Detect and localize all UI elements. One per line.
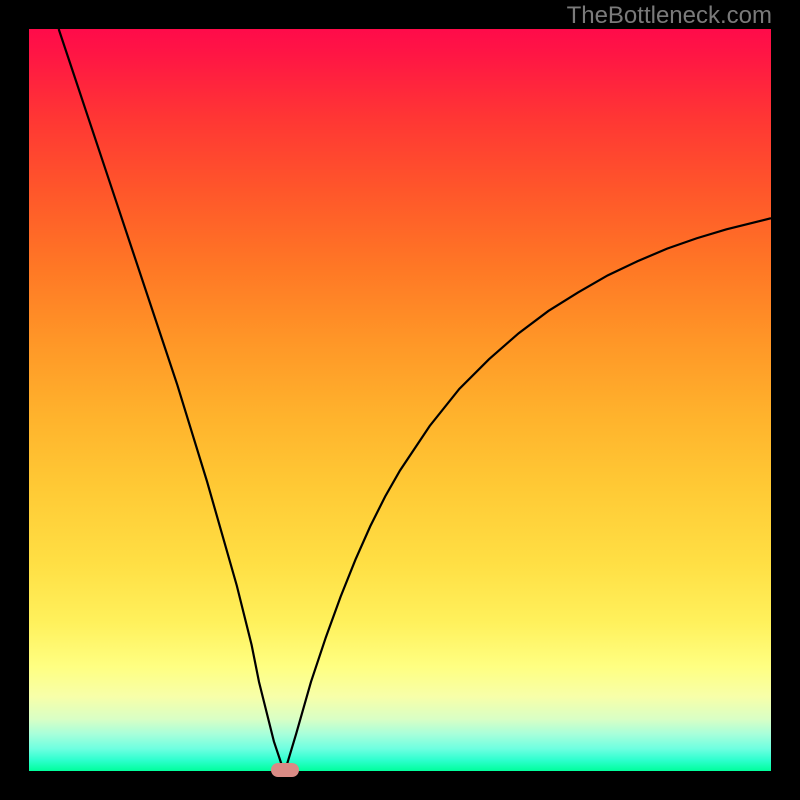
- chart-plot-area: [29, 29, 771, 771]
- curve-svg: [29, 29, 771, 771]
- bottleneck-curve: [59, 29, 771, 771]
- optimum-marker: [271, 763, 299, 777]
- attribution-text: TheBottleneck.com: [567, 2, 772, 30]
